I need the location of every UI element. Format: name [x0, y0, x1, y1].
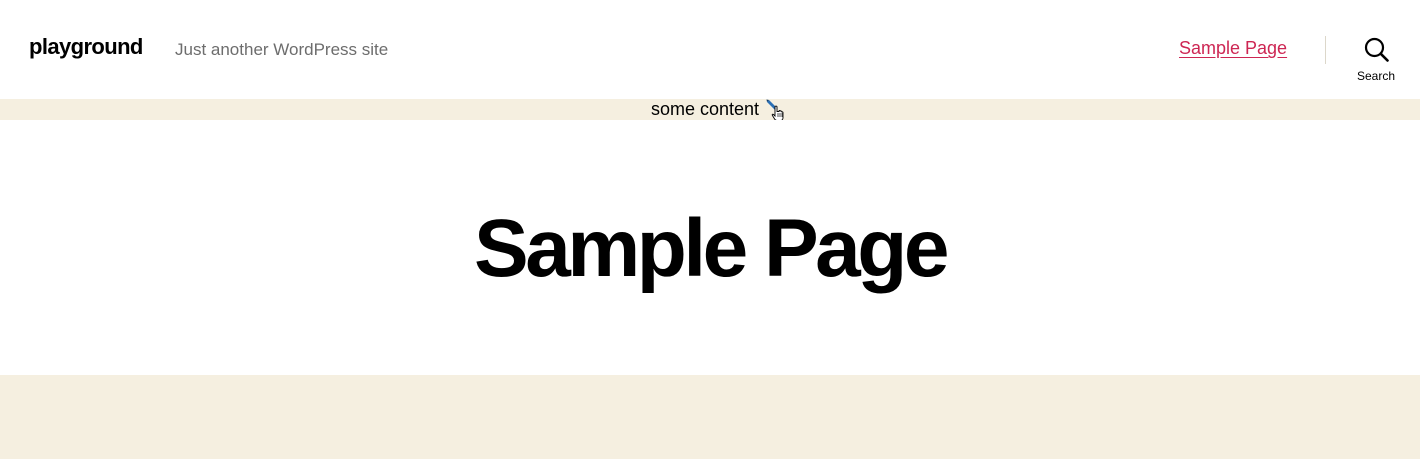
edit-pencil-icon[interactable]: [766, 99, 786, 121]
entry-header: Sample Page: [0, 120, 1420, 375]
nav-item-sample-page[interactable]: Sample Page: [1179, 38, 1287, 59]
site-tagline: Just another WordPress site: [175, 40, 389, 59]
post-content-area: [0, 375, 1420, 459]
content-notice-bar: some content: [0, 99, 1420, 121]
search-toggle-button[interactable]: Search: [1352, 36, 1400, 88]
notice-text: some content: [651, 99, 760, 119]
nav-divider: [1325, 36, 1326, 64]
site-title[interactable]: playground: [29, 34, 143, 60]
page: playground Just another WordPress site S…: [0, 0, 1420, 459]
search-label: Search: [1356, 69, 1396, 83]
page-title: Sample Page: [474, 203, 949, 294]
search-icon: [1364, 37, 1389, 62]
site-header: playground Just another WordPress site S…: [0, 0, 1420, 99]
